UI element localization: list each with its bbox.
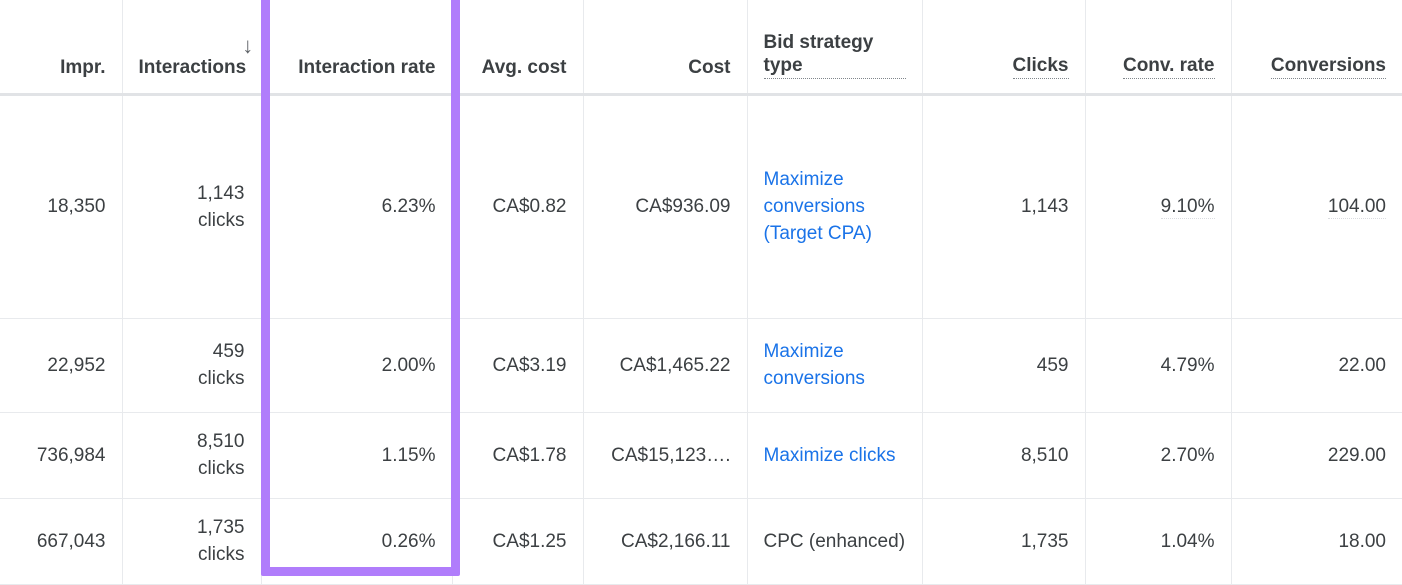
table-row[interactable]: 22,952 459 clicks 2.00% CA$3.19 CA$1,465… [0, 318, 1402, 412]
cell-interactions: 8,510 clicks [122, 412, 261, 498]
cell-clicks-value: 1,143 [1021, 196, 1069, 217]
cell-cost: CA$1,465.22 [583, 318, 747, 412]
table-header: Impr. Interactions ↓ Interaction rate Av… [0, 0, 1402, 94]
column-header-interaction-rate[interactable]: ↓ Interaction rate [261, 0, 452, 94]
cell-clicks: 1,735 [922, 498, 1085, 584]
cell-avg-cost: CA$1.25 [452, 498, 583, 584]
cell-cost: CA$936.09 [583, 94, 747, 318]
cell-interaction-rate: 6.23% [261, 94, 452, 318]
cell-interactions-value: 1,143 [139, 180, 245, 207]
column-header-bid-strategy-type[interactable]: Bid strategy type [747, 0, 922, 94]
cell-clicks: 1,143 [922, 94, 1085, 318]
cell-interactions-value: 1,735 [139, 514, 245, 541]
column-header-conversions[interactable]: Conversions [1231, 0, 1402, 94]
cell-cost: CA$15,123…. [583, 412, 747, 498]
column-header-conversions-label: Conversions [1271, 54, 1386, 79]
arrow-down-icon[interactable]: ↓ [242, 35, 253, 57]
table-row[interactable]: 667,043 1,735 clicks 0.26% CA$1.25 CA$2,… [0, 498, 1402, 584]
bid-strategy-link[interactable]: Maximize conversions (Target CPA) [764, 169, 872, 244]
cell-conv-rate-value: 9.10% [1161, 196, 1215, 219]
cell-clicks: 8,510 [922, 412, 1085, 498]
cell-interactions: 1,143 clicks [122, 94, 261, 318]
cell-interactions: 459 clicks [122, 318, 261, 412]
bid-strategy-text: CPC (enhanced) [764, 531, 906, 552]
cell-interactions-unit: clicks [139, 365, 245, 392]
column-header-interaction-rate-label: ↓ Interaction rate [298, 56, 435, 79]
cell-conversions: 229.00 [1231, 412, 1402, 498]
cell-avg-cost: CA$3.19 [452, 318, 583, 412]
cell-conversions-value: 104.00 [1328, 196, 1386, 219]
cell-conv-rate: 4.79% [1085, 318, 1231, 412]
cell-interactions-unit: clicks [139, 455, 245, 482]
column-header-bid-strategy-type-label: Bid strategy type [764, 31, 906, 79]
table-header-row: Impr. Interactions ↓ Interaction rate Av… [0, 0, 1402, 94]
cell-conv-rate: 1.04% [1085, 498, 1231, 584]
bid-strategy-link[interactable]: Maximize conversions [764, 341, 865, 389]
table-row[interactable]: 736,984 8,510 clicks 1.15% CA$1.78 CA$15… [0, 412, 1402, 498]
metrics-table-screenshot: Impr. Interactions ↓ Interaction rate Av… [0, 0, 1402, 584]
cell-interaction-rate: 2.00% [261, 318, 452, 412]
column-header-interactions-label: Interactions [139, 56, 247, 79]
column-header-interactions[interactable]: Interactions [122, 0, 261, 94]
column-header-avg-cost[interactable]: Avg. cost [452, 0, 583, 94]
cell-interactions-value: 459 [139, 338, 245, 365]
column-header-interaction-rate-text: Interaction rate [298, 57, 435, 78]
cell-impr: 667,043 [0, 498, 122, 584]
cell-bid-strategy: CPC (enhanced) [747, 498, 922, 584]
cell-interactions-unit: clicks [139, 541, 245, 568]
table-body: 18,350 1,143 clicks 6.23% CA$0.82 CA$936… [0, 94, 1402, 584]
cell-bid-strategy[interactable]: Maximize conversions [747, 318, 922, 412]
column-header-clicks-label: Clicks [1013, 54, 1069, 79]
table-row[interactable]: 18,350 1,143 clicks 6.23% CA$0.82 CA$936… [0, 94, 1402, 318]
cell-interactions: 1,735 clicks [122, 498, 261, 584]
column-header-avg-cost-label: Avg. cost [482, 56, 567, 79]
cell-interaction-rate: 0.26% [261, 498, 452, 584]
cell-cost: CA$2,166.11 [583, 498, 747, 584]
cell-conversions: 104.00 [1231, 94, 1402, 318]
cell-interactions-value: 8,510 [139, 428, 245, 455]
column-header-conv-rate[interactable]: Conv. rate [1085, 0, 1231, 94]
cell-bid-strategy[interactable]: Maximize conversions (Target CPA) [747, 94, 922, 318]
cell-conversions: 22.00 [1231, 318, 1402, 412]
cell-conv-rate: 9.10% [1085, 94, 1231, 318]
column-header-cost-label: Cost [688, 56, 730, 79]
cell-bid-strategy[interactable]: Maximize clicks [747, 412, 922, 498]
cell-avg-cost: CA$0.82 [452, 94, 583, 318]
column-header-impr[interactable]: Impr. [0, 0, 122, 94]
column-header-clicks[interactable]: Clicks [922, 0, 1085, 94]
cell-conversions: 18.00 [1231, 498, 1402, 584]
cell-impr: 22,952 [0, 318, 122, 412]
column-header-impr-label: Impr. [60, 56, 105, 79]
cell-interaction-rate: 1.15% [261, 412, 452, 498]
cell-clicks: 459 [922, 318, 1085, 412]
column-header-conv-rate-label: Conv. rate [1123, 54, 1215, 79]
bid-strategy-link[interactable]: Maximize clicks [764, 445, 896, 466]
cell-impr: 18,350 [0, 94, 122, 318]
cell-conv-rate: 2.70% [1085, 412, 1231, 498]
campaign-metrics-table: Impr. Interactions ↓ Interaction rate Av… [0, 0, 1402, 585]
column-header-cost[interactable]: Cost [583, 0, 747, 94]
cell-interactions-unit: clicks [139, 207, 245, 234]
cell-impr: 736,984 [0, 412, 122, 498]
cell-avg-cost: CA$1.78 [452, 412, 583, 498]
